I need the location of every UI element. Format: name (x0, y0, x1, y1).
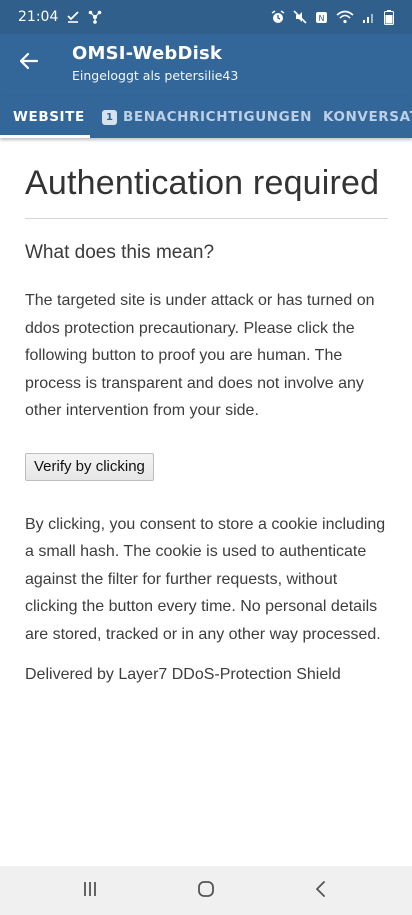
tab-label: WEBSITE (13, 109, 85, 125)
status-right: N (271, 9, 394, 25)
home-button[interactable] (186, 876, 226, 906)
data-saver-icon: N (315, 10, 328, 24)
wifi-icon (336, 10, 354, 24)
download-done-icon (66, 10, 80, 24)
nav-back-button[interactable] (301, 876, 341, 906)
explanation-paragraph: The targeted site is under attack or has… (25, 292, 375, 419)
signal-icon (362, 10, 376, 24)
tab-notifications[interactable]: 1 BENACHRICHTIGUNGEN (102, 96, 312, 138)
app-bar: OMSI-WebDisk Eingeloggt als petersilie43 (0, 34, 412, 96)
back-button[interactable] (14, 48, 44, 78)
tab-label: BENACHRICHTIGUNGEN (123, 109, 313, 125)
arrow-back-icon (19, 51, 39, 75)
system-nav-bar (0, 866, 412, 915)
status-left: 21:04 (18, 9, 102, 25)
battery-icon (384, 9, 394, 25)
app-subtitle: Eingeloggt als petersilie43 (72, 68, 239, 83)
notification-badge: 1 (102, 109, 117, 125)
page-title: Authentication required (25, 164, 380, 202)
tab-label: KONVERSAT (323, 109, 412, 125)
page-content: Authentication required What does this m… (25, 138, 388, 689)
svg-text:N: N (319, 14, 325, 23)
mute-icon (293, 10, 307, 24)
recent-apps-button[interactable] (70, 876, 110, 906)
cookie-paragraph: By clicking, you consent to store a cook… (25, 515, 386, 643)
home-icon (196, 879, 216, 903)
recent-apps-icon (81, 880, 99, 902)
verify-button[interactable]: Verify by clicking (25, 452, 154, 481)
footer-text: Delivered by Layer7 DDoS-Protection Shie… (25, 666, 341, 683)
tab-website[interactable]: WEBSITE (13, 96, 85, 138)
divider (25, 218, 388, 219)
app-notification-icon (88, 10, 102, 24)
status-time: 21:04 (18, 9, 59, 25)
tab-conversations[interactable]: KONVERSAT (323, 96, 412, 138)
back-icon (313, 880, 329, 902)
app-title: OMSI-WebDisk (72, 43, 223, 64)
tab-bar: WEBSITE 1 BENACHRICHTIGUNGEN KONVERSAT (0, 96, 412, 138)
status-bar: 21:04 N (0, 0, 412, 34)
section-heading: What does this mean? (25, 242, 215, 263)
alarm-icon (271, 10, 285, 24)
